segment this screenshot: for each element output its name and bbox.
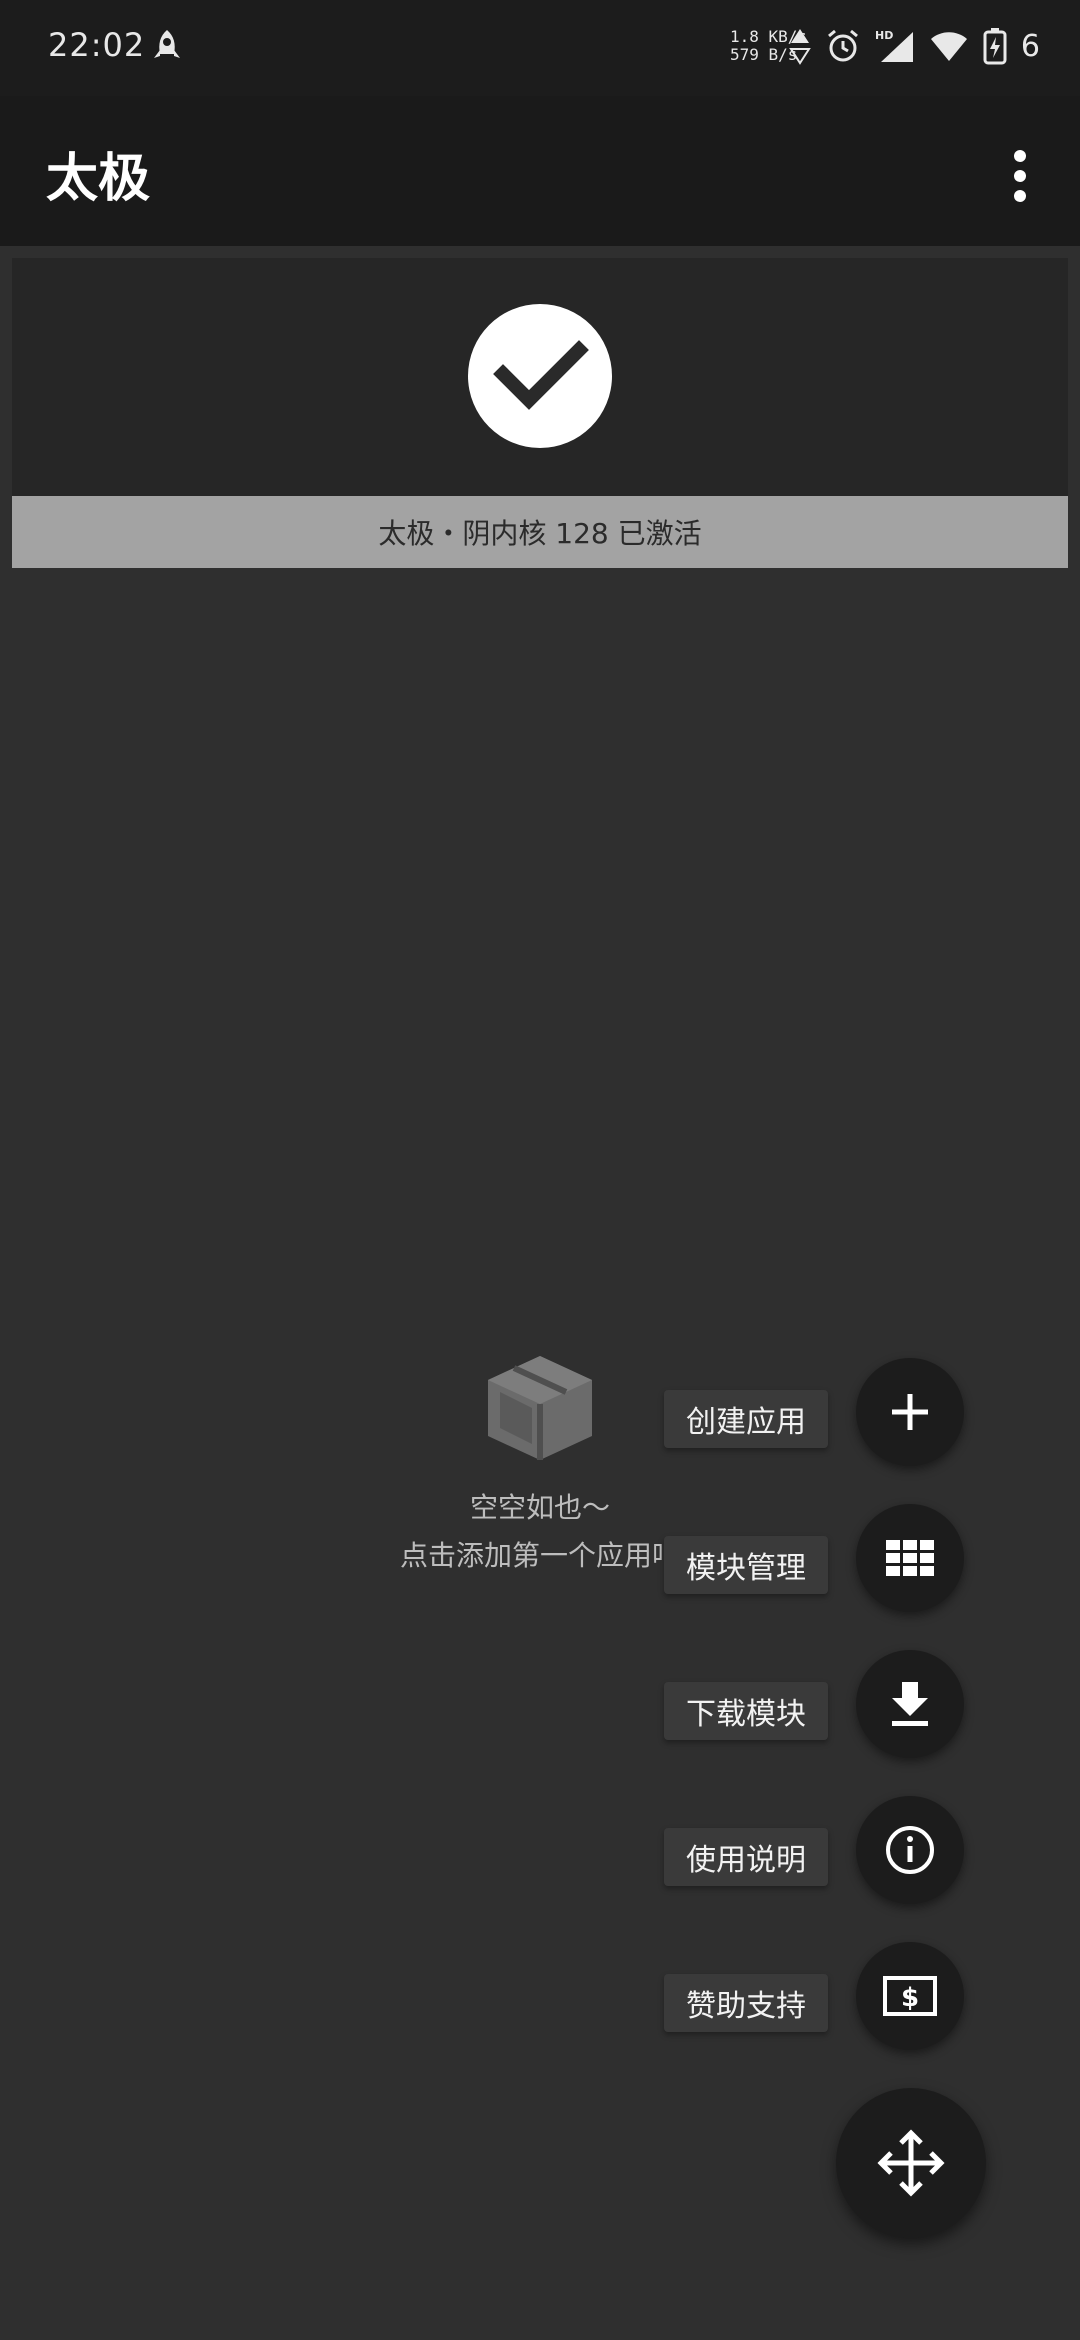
activation-status-text: 太极・阴内核 128 已激活: [378, 517, 702, 550]
activation-status-banner: 太极・阴内核 128 已激活: [12, 496, 1068, 568]
page-title: 太极: [46, 149, 151, 209]
fab-create-app[interactable]: 创建应用: [664, 1358, 994, 1468]
fab-sponsor-support[interactable]: 赞助支持 $: [664, 1942, 994, 2052]
plus-icon: [892, 1394, 928, 1430]
hd-signal-icon: HD: [875, 29, 913, 62]
svg-text:HD: HD: [875, 29, 893, 42]
info-icon: [886, 1826, 934, 1874]
fab-label-create-app[interactable]: 创建应用: [664, 1390, 828, 1448]
money-icon: $: [883, 1976, 937, 2016]
app-bar: 太极: [0, 96, 1080, 246]
main-fab-button[interactable]: [836, 2088, 986, 2238]
status-icons: HD 6: [789, 24, 1040, 68]
status-bar: 22:02 1.8 KB/s 579 B/s HD 6: [0, 0, 1080, 96]
activation-status-card[interactable]: 太极・阴内核 128 已激活: [12, 258, 1068, 568]
battery-level: 6: [1020, 28, 1040, 64]
status-time: 22:02: [48, 26, 146, 64]
activated-check-badge: [468, 304, 612, 448]
fab-label-module-management[interactable]: 模块管理: [664, 1536, 828, 1594]
fab-module-management[interactable]: 模块管理: [664, 1504, 994, 1614]
more-vert-icon[interactable]: [1000, 146, 1040, 206]
download-module-button[interactable]: [856, 1650, 964, 1758]
instructions-button[interactable]: [856, 1796, 964, 1904]
check-icon: [493, 340, 589, 410]
fab-label-instructions[interactable]: 使用说明: [664, 1828, 828, 1886]
grid-icon: [886, 1540, 934, 1576]
fab-label-sponsor-support[interactable]: 赞助支持: [664, 1974, 828, 2032]
fab-label-download-module[interactable]: 下载模块: [664, 1682, 828, 1740]
module-management-button[interactable]: [856, 1504, 964, 1612]
alarm-icon: [827, 29, 858, 62]
empty-box-icon: [488, 1356, 592, 1460]
upload-download-icon: [789, 29, 811, 65]
move-arrows-icon: [877, 2129, 945, 2197]
notification-rocket-icon: [154, 30, 180, 58]
svg-text:$: $: [901, 1983, 919, 2013]
fab-download-module[interactable]: 下载模块: [664, 1650, 994, 1760]
download-icon: [892, 1682, 928, 1726]
battery-charging-icon: [983, 28, 1007, 65]
create-app-button[interactable]: [856, 1358, 964, 1466]
sponsor-support-button[interactable]: $: [856, 1942, 964, 2050]
wifi-icon: [930, 32, 967, 61]
fab-instructions[interactable]: 使用说明: [664, 1796, 994, 1906]
